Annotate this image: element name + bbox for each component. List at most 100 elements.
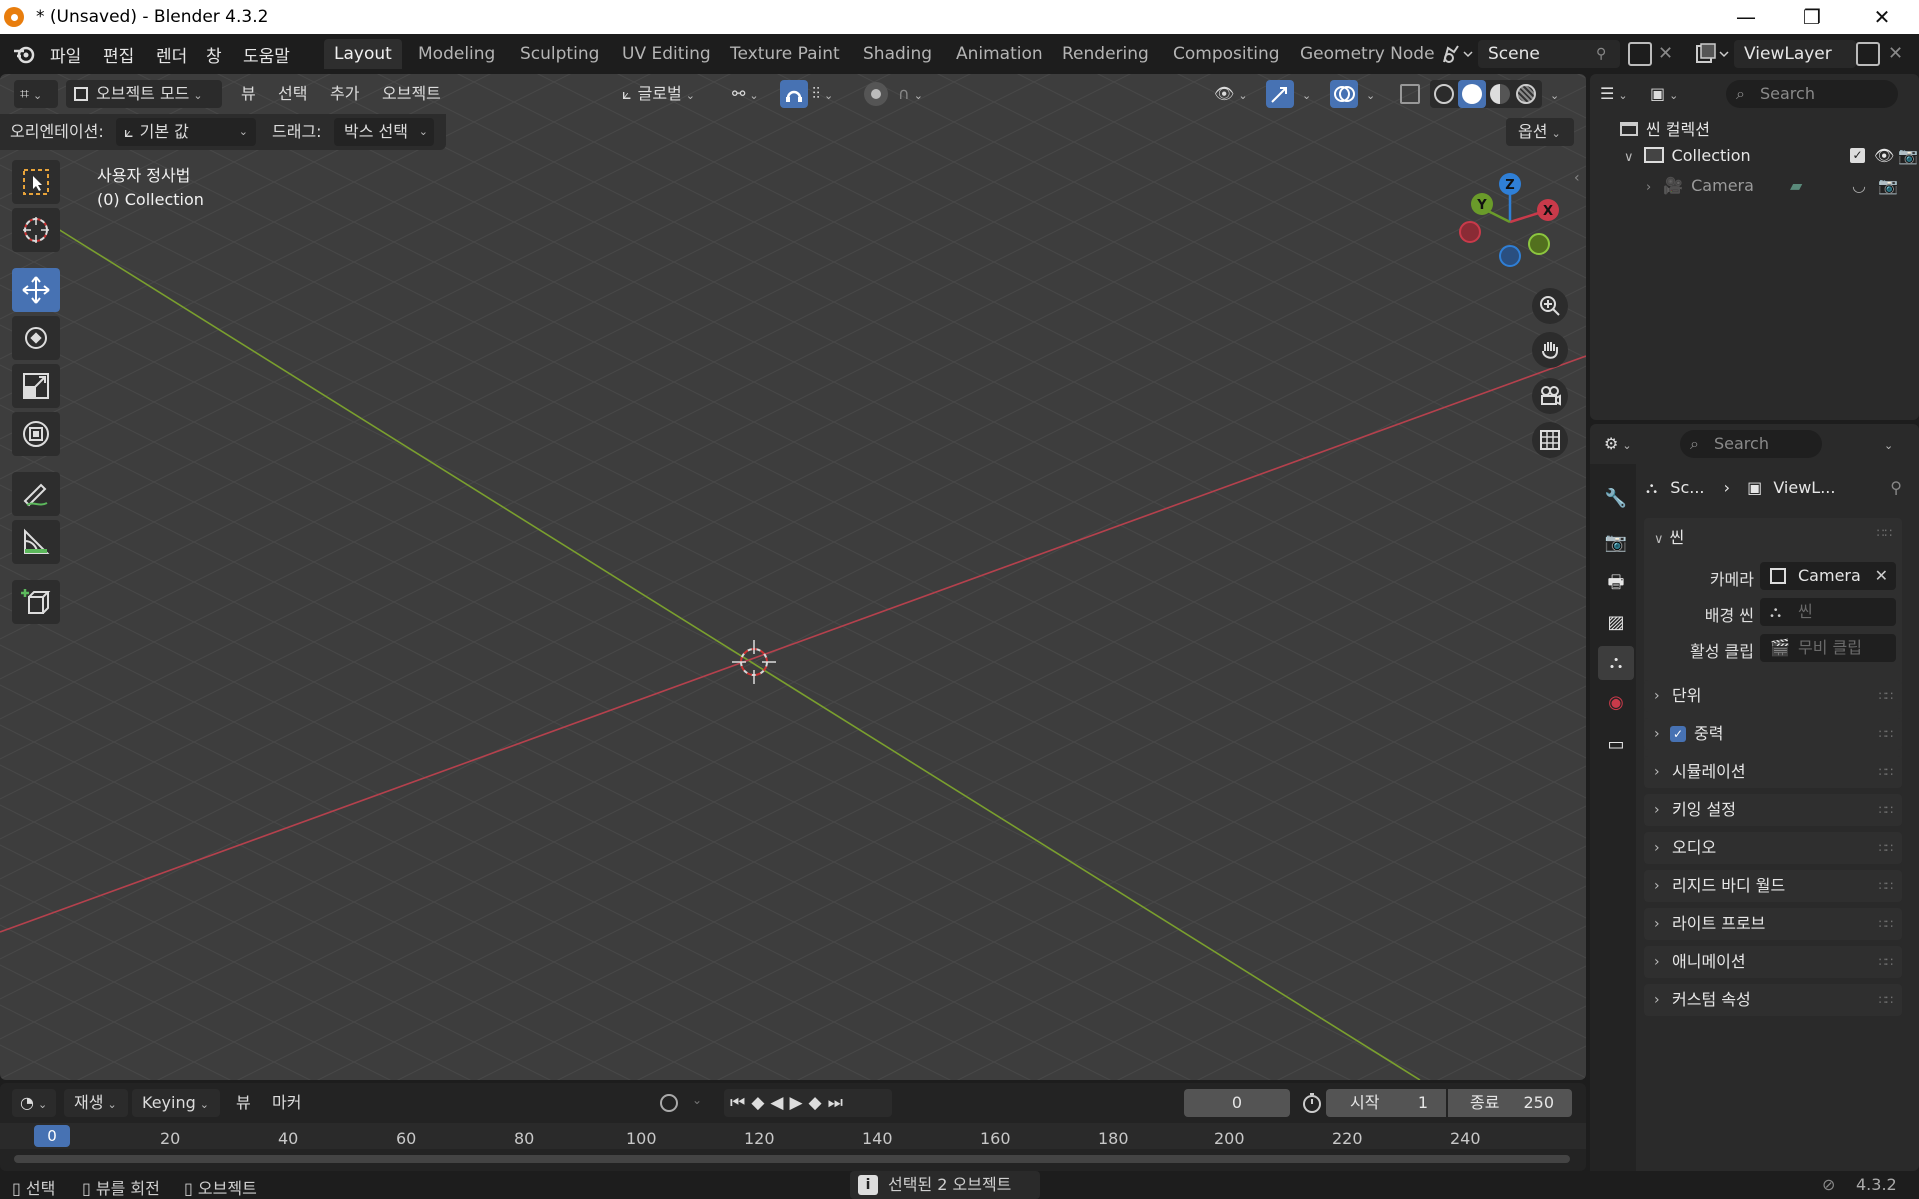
scene-tab-icon[interactable]: ⛬ [1598,646,1634,680]
menu-edit[interactable]: 편집 [103,42,134,67]
panel-custom-properties[interactable]: › 커스텀 속성 ∷∷ [1644,984,1902,1016]
panel-grip-icon[interactable]: ∷∷ [1879,870,1893,902]
falloff-icon[interactable]: ∩ ⌄ [898,80,923,108]
3d-viewport[interactable]: ⌗ ⌄ 오브젝트 모드 ⌄ 뷰 선택 추가 오브젝트 ⟀ 글로벌 ⌄ ⚯ ⌄ ⫶⫶ ⌄ ∩ ⌄… [0,74,1586,1080]
menu-file[interactable]: 파일 [50,42,81,67]
collection-tab-icon[interactable]: ▭ [1598,728,1634,762]
scene-collection-row[interactable]: 씬 컬렉션 [1620,116,1710,140]
tool-tab-icon[interactable]: 🔧 [1598,482,1634,516]
panel-audio[interactable]: › 오디오 ∷∷ [1644,832,1902,864]
timeline-menu-marker[interactable]: 마커 [272,1089,301,1117]
camera-row[interactable]: › 🎥 Camera ▰ ◡ 📷 [1646,176,1916,195]
playback-menu[interactable]: 재생 ⌄ [64,1089,128,1117]
play-reverse-icon[interactable]: ◀ [770,1093,789,1113]
tab-sculpting[interactable]: Sculpting [510,39,609,69]
navigation-gizmo[interactable]: Z X Y [1454,164,1564,274]
menu-add[interactable]: 추가 [330,80,359,108]
pin-icon[interactable]: ⚲ [1890,478,1902,497]
sidebar-toggle-icon[interactable]: ‹ [1574,170,1580,186]
properties-editor-type-icon[interactable]: ⚙ ⌄ [1604,430,1632,458]
rendered-shading-icon[interactable] [1516,84,1536,104]
blender-menu-icon[interactable] [12,43,36,65]
panel-units[interactable]: › 단위 ∷∷ [1644,680,1902,712]
tab-layout[interactable]: Layout [324,39,402,69]
gizmo-dropdown[interactable]: ⌄ [1298,80,1311,108]
outliner-editor-type-icon[interactable]: ☰ ⌄ [1600,80,1628,108]
menu-select[interactable]: 선택 [278,80,307,108]
menu-view[interactable]: 뷰 [241,80,256,108]
auto-keying-dropdown[interactable]: ⌄ [692,1093,702,1107]
panel-grip-icon[interactable]: ∷∷ [1879,832,1893,864]
collection-row[interactable]: ∨ Collection ✓ 👁 📷 [1624,146,1918,165]
jump-end-icon[interactable]: ⏭ [828,1093,849,1113]
pivot-point-icon[interactable]: ⚯ ⌄ [732,80,759,108]
clear-camera-icon[interactable]: ✕ [1875,562,1888,590]
end-frame-field[interactable]: 종료 250 [1448,1089,1572,1117]
proportional-edit-icon[interactable] [864,82,888,106]
camera-render-icon[interactable]: 📷 [1878,176,1898,195]
network-off-icon[interactable]: ⊘ [1822,1175,1835,1194]
panel-grip-icon[interactable]: ∷∷ [1877,526,1892,540]
viewlayer-selector[interactable]: ViewLayer [1734,40,1856,68]
timeline-editor-type-icon[interactable]: ◔ ⌄ [12,1089,56,1117]
orientation-dropdown[interactable]: ⟀ 기본 값 ⌄ [116,118,256,146]
options-dropdown[interactable]: 옵션 ⌄ [1506,118,1574,146]
scene-type-icon[interactable] [1440,42,1476,66]
view-layer-tab-icon[interactable]: ▨ [1598,606,1634,640]
tool-measure[interactable] [12,520,60,564]
panel-rigid-body-world[interactable]: › 리지드 바디 월드 ∷∷ [1644,870,1902,902]
panel-gravity[interactable]: › ✓ 중력 ∷∷ [1644,718,1902,750]
overlay-toggle-icon[interactable] [1330,80,1358,108]
overlay-dropdown[interactable]: ⌄ [1362,80,1375,108]
expand-chevron-icon[interactable]: ∨ [1624,150,1634,165]
start-frame-field[interactable]: 시작 1 [1326,1089,1446,1117]
editor-type-icon[interactable]: ⌗ ⌄ [14,80,58,108]
prev-keyframe-icon[interactable]: ◆ [751,1093,770,1113]
exclude-checkbox[interactable]: ✓ [1850,148,1865,163]
pin-icon[interactable]: ⚲ [1596,46,1606,62]
play-icon[interactable]: ▶ [789,1093,808,1113]
menu-render[interactable]: 렌더 [156,42,187,67]
menu-help[interactable]: 도움말 [243,42,290,67]
tab-rendering[interactable]: Rendering [1052,39,1159,69]
wireframe-shading-icon[interactable] [1434,84,1454,104]
status-report[interactable]: i 선택된 2 오브젝트 [850,1171,1040,1199]
menu-window[interactable]: 창 [206,42,222,67]
tool-cursor[interactable] [12,208,60,252]
panel-grip-icon[interactable]: ∷∷ [1879,984,1893,1016]
tool-move[interactable] [12,268,60,312]
panel-grip-icon[interactable]: ∷∷ [1879,756,1893,788]
camera-data-icon[interactable]: ▰ [1790,176,1802,195]
properties-search-input[interactable]: ⌕ Search [1680,430,1822,458]
timeline-scrollbar[interactable] [14,1155,1570,1163]
tool-transform[interactable] [12,412,60,456]
tool-rotate[interactable] [12,316,60,360]
tool-add-cube[interactable] [12,580,60,624]
background-scene-field[interactable]: ⛬ 씬 [1760,598,1896,626]
outliner-search-input[interactable]: ⌕ Search [1726,80,1898,108]
tab-texture-paint[interactable]: Texture Paint [720,39,850,69]
gizmo-toggle-icon[interactable] [1266,80,1294,108]
mode-selector[interactable]: 오브젝트 모드 ⌄ [66,80,222,108]
pan-view-icon[interactable] [1532,332,1568,368]
tool-scale[interactable] [12,364,60,408]
playhead[interactable]: 0 [34,1125,70,1147]
display-mode-icon[interactable]: ▣ ⌄ [1650,80,1678,108]
scene-panel-header[interactable]: ∨ 씬 [1654,524,1684,548]
panel-grip-icon[interactable]: ∷∷ [1879,794,1893,826]
snap-toggle-icon[interactable] [780,80,808,108]
hidden-eye-icon[interactable]: ◡ [1852,176,1866,195]
maximize-button[interactable]: ❐ [1782,0,1842,34]
output-tab-icon[interactable]: 🖶 [1598,566,1634,600]
panel-grip-icon[interactable]: ∷∷ [1879,680,1893,712]
tab-modeling[interactable]: Modeling [408,39,505,69]
timeline-menu-view[interactable]: 뷰 [236,1089,251,1117]
new-scene-icon[interactable] [1628,42,1652,66]
auto-keying-icon[interactable] [660,1094,678,1112]
stopwatch-icon[interactable] [1300,1091,1324,1115]
shading-dropdown[interactable]: ⌄ [1546,80,1559,108]
tab-geometry-nodes[interactable]: Geometry Node [1290,39,1445,69]
tool-select-box[interactable] [12,160,60,204]
panel-simulation[interactable]: › 시뮬레이션 ∷∷ [1644,756,1902,788]
tab-shading[interactable]: Shading [853,39,942,69]
